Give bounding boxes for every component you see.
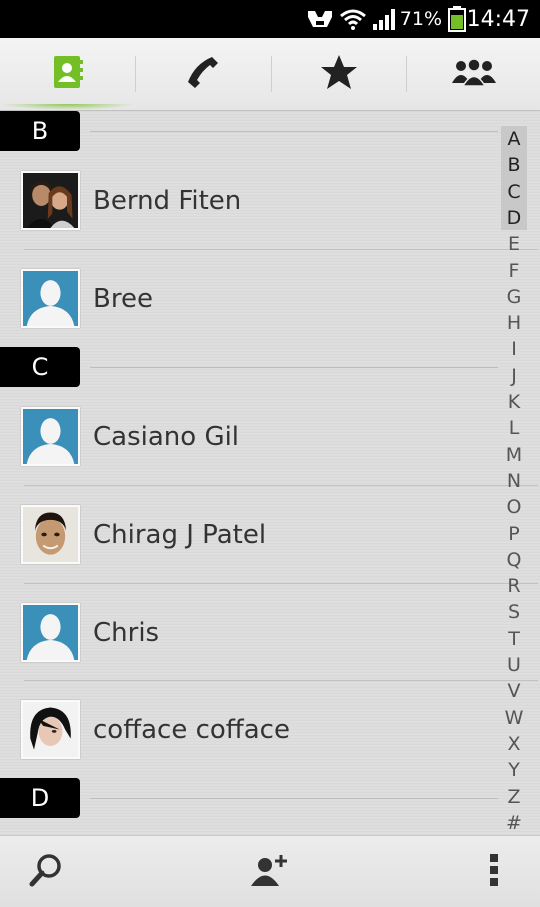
clock: 14:47 bbox=[466, 6, 530, 32]
index-letter[interactable]: T bbox=[500, 626, 528, 652]
tab-favorites[interactable] bbox=[271, 38, 406, 110]
index-letter[interactable]: # bbox=[500, 810, 528, 836]
search-icon bbox=[29, 853, 63, 891]
wifi-icon bbox=[340, 0, 366, 38]
index-letter[interactable]: I bbox=[500, 336, 528, 362]
contact-photo bbox=[21, 171, 80, 230]
section-header-b: B bbox=[0, 111, 500, 151]
index-letter[interactable]: Z bbox=[500, 784, 528, 810]
search-button[interactable] bbox=[18, 836, 74, 907]
index-letter[interactable]: U bbox=[500, 652, 528, 678]
contact-photo bbox=[21, 700, 80, 759]
signal-icon bbox=[372, 0, 398, 38]
index-letter[interactable]: E bbox=[500, 231, 528, 257]
default-avatar-icon bbox=[21, 269, 80, 328]
index-letter[interactable]: F bbox=[500, 258, 528, 284]
phone-icon bbox=[185, 54, 221, 94]
contact-list[interactable]: B Bernd Fiten Bree C Casiano Gil Chirag … bbox=[0, 111, 540, 835]
index-letter[interactable]: A bbox=[500, 126, 528, 152]
contact-row[interactable]: Casiano Gil bbox=[0, 388, 500, 485]
index-letter[interactable]: M bbox=[500, 442, 528, 468]
index-letter[interactable]: R bbox=[500, 573, 528, 599]
index-letter[interactable]: C bbox=[500, 179, 528, 205]
overflow-menu-button[interactable] bbox=[474, 836, 514, 907]
section-letter: C bbox=[0, 347, 80, 387]
add-contact-button[interactable] bbox=[240, 836, 300, 907]
index-letter[interactable]: O bbox=[500, 494, 528, 520]
contact-name: Chirag J Patel bbox=[93, 519, 267, 550]
contact-name: Chris bbox=[93, 617, 160, 648]
contact-row[interactable]: Chris bbox=[0, 584, 500, 681]
index-letter[interactable]: W bbox=[500, 705, 528, 731]
section-divider bbox=[90, 798, 498, 799]
tab-phone[interactable] bbox=[135, 38, 270, 110]
section-header-d: D bbox=[0, 778, 500, 818]
index-letter[interactable]: L bbox=[500, 415, 528, 441]
index-letter[interactable]: J bbox=[500, 363, 528, 389]
contact-photo bbox=[21, 505, 80, 564]
bottom-bar bbox=[0, 835, 540, 907]
battery-percent: 71% bbox=[399, 8, 442, 30]
default-avatar-icon bbox=[21, 407, 80, 466]
status-bar: 71% 14:47 bbox=[0, 0, 540, 38]
section-letter: B bbox=[0, 111, 80, 151]
add-contact-icon bbox=[250, 853, 290, 891]
tab-contacts[interactable] bbox=[0, 38, 135, 110]
contacts-book-icon bbox=[52, 54, 84, 94]
contact-row[interactable]: cofface cofface bbox=[0, 681, 500, 778]
contact-name: cofface cofface bbox=[93, 714, 290, 745]
groups-icon bbox=[451, 57, 497, 91]
section-header-c: C bbox=[0, 347, 500, 387]
index-letter[interactable]: Q bbox=[500, 547, 528, 573]
index-letter[interactable]: P bbox=[500, 521, 528, 547]
index-letter[interactable]: H bbox=[500, 310, 528, 336]
index-letter[interactable]: B bbox=[500, 152, 528, 178]
star-icon bbox=[320, 54, 358, 94]
selected-tab-indicator bbox=[0, 104, 135, 110]
default-avatar-icon bbox=[21, 603, 80, 662]
index-letter[interactable]: S bbox=[500, 599, 528, 625]
index-letter[interactable]: K bbox=[500, 389, 528, 415]
section-divider bbox=[90, 367, 498, 368]
section-letter: D bbox=[0, 778, 80, 818]
contact-name: Bernd Fiten bbox=[93, 185, 242, 216]
contact-name: Bree bbox=[93, 283, 153, 314]
index-letter[interactable]: X bbox=[500, 731, 528, 757]
overflow-menu-icon bbox=[489, 853, 499, 891]
index-letter[interactable]: N bbox=[500, 468, 528, 494]
index-letter[interactable]: D bbox=[500, 205, 528, 231]
battery-icon bbox=[448, 0, 466, 38]
section-divider bbox=[90, 131, 498, 132]
tab-groups[interactable] bbox=[406, 38, 540, 110]
contact-name: Casiano Gil bbox=[93, 421, 240, 452]
notification-icon bbox=[306, 0, 334, 38]
index-letter[interactable]: V bbox=[500, 678, 528, 704]
index-letter[interactable]: G bbox=[500, 284, 528, 310]
contact-row[interactable]: Bree bbox=[0, 250, 500, 347]
tab-bar bbox=[0, 38, 540, 111]
contact-row[interactable]: Chirag J Patel bbox=[0, 486, 500, 583]
index-letter[interactable]: Y bbox=[500, 757, 528, 783]
contact-row[interactable]: Bernd Fiten bbox=[0, 152, 500, 249]
